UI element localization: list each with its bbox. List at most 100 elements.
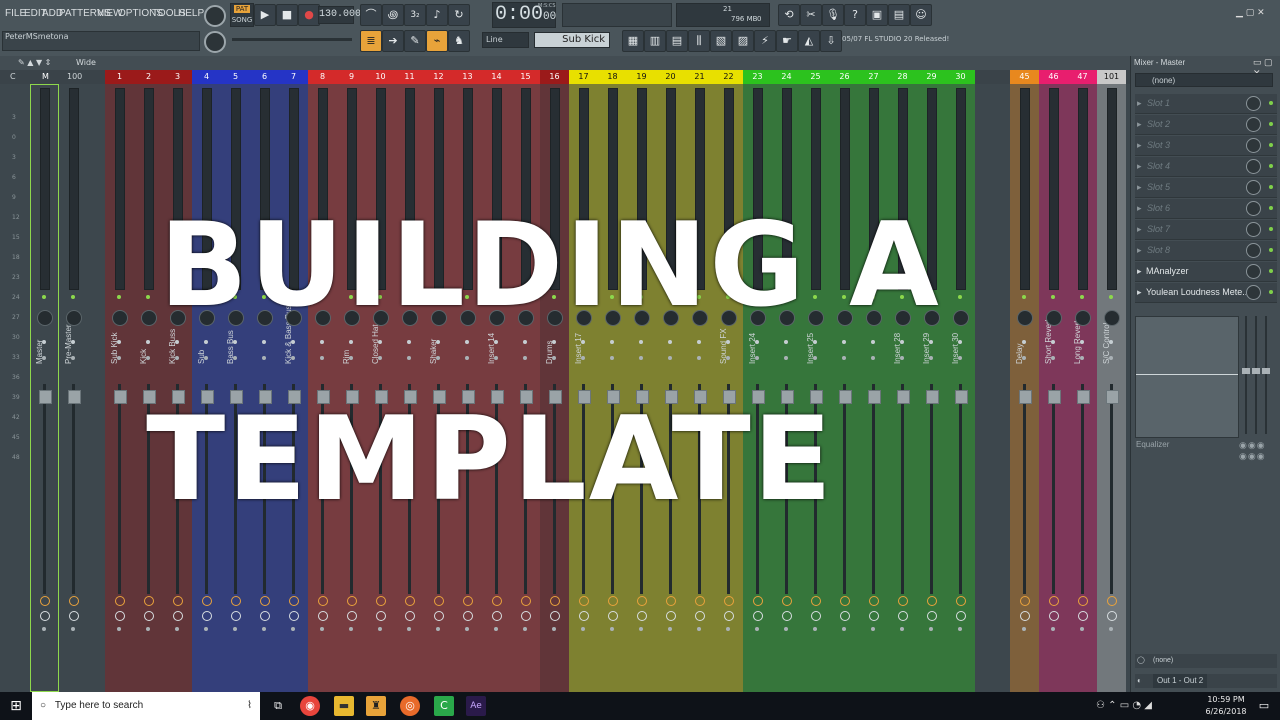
track-color-tab[interactable]: 45 xyxy=(1010,70,1039,84)
record-button[interactable]: ● xyxy=(298,4,320,26)
swap-lr-icon[interactable] xyxy=(320,356,324,360)
swap-lr-icon[interactable] xyxy=(262,356,266,360)
stereo-sep-icon[interactable] xyxy=(726,340,730,344)
tempo-tapper-icon[interactable]: ◭ xyxy=(798,30,820,52)
sidechain-icon[interactable] xyxy=(811,611,821,621)
send-icon[interactable] xyxy=(173,596,183,606)
insert-track[interactable]: Sound FX xyxy=(714,84,743,692)
swap-lr-icon[interactable] xyxy=(581,356,585,360)
insert-track[interactable]: Bass Bus xyxy=(221,84,250,692)
stereo-sep-icon[interactable] xyxy=(117,340,121,344)
record-arm-icon[interactable] xyxy=(436,627,440,631)
record-arm-icon[interactable] xyxy=(726,627,730,631)
send-icon[interactable] xyxy=(144,596,154,606)
volume-fader[interactable] xyxy=(1106,390,1119,404)
send-icon[interactable] xyxy=(869,596,879,606)
effect-slot[interactable]: ▸ Slot 4 xyxy=(1135,157,1277,177)
track-color-tab[interactable]: 3 xyxy=(163,70,192,84)
stereo-sep-icon[interactable] xyxy=(349,340,353,344)
stereo-sep-icon[interactable] xyxy=(639,340,643,344)
track-color-tab[interactable]: 29 xyxy=(917,70,946,84)
insert-track[interactable]: Shaker xyxy=(424,84,453,692)
swap-lr-icon[interactable] xyxy=(407,356,411,360)
after-effects-icon[interactable]: Ae xyxy=(466,696,486,716)
stereo-sep-icon[interactable] xyxy=(262,340,266,344)
insert-track[interactable]: Sub Kick xyxy=(105,84,134,692)
send-icon[interactable] xyxy=(318,596,328,606)
eq-band-sliders[interactable] xyxy=(1241,316,1273,436)
effect-slot[interactable]: ▸ Slot 7 xyxy=(1135,220,1277,240)
insert-track[interactable] xyxy=(685,84,714,692)
sidechain-icon[interactable] xyxy=(231,611,241,621)
record-arm-icon[interactable] xyxy=(784,627,788,631)
track-color-tab[interactable]: 7 xyxy=(279,70,308,84)
mixer-tool-icons[interactable]: ✎ ▲ ▼ ⇕ xyxy=(18,58,51,67)
insert-track[interactable]: Kick & Bass Buss xyxy=(279,84,308,692)
help-icon[interactable]: ? xyxy=(844,4,866,26)
record-arm-icon[interactable] xyxy=(1080,627,1084,631)
record-arm-icon[interactable] xyxy=(958,627,962,631)
effect-slot-loaded[interactable]: ▸ MAnalyzer xyxy=(1135,262,1277,282)
send-icon[interactable] xyxy=(608,596,618,606)
record-arm-icon[interactable] xyxy=(378,627,382,631)
swap-lr-icon[interactable] xyxy=(349,356,353,360)
volume-fader[interactable] xyxy=(1048,390,1061,404)
track-color-tab[interactable]: 30 xyxy=(946,70,975,84)
swap-lr-icon[interactable] xyxy=(291,356,295,360)
stereo-sep-icon[interactable] xyxy=(1109,340,1113,344)
mix-level-knob[interactable] xyxy=(1246,117,1261,132)
record-arm-icon[interactable] xyxy=(146,627,150,631)
playlist-snap-icon[interactable]: ≣ xyxy=(360,30,382,52)
stereo-sep-icon[interactable] xyxy=(929,340,933,344)
slot-enable-led[interactable] xyxy=(1269,269,1273,273)
record-arm-icon[interactable] xyxy=(494,627,498,631)
record-arm-icon[interactable] xyxy=(1051,627,1055,631)
playlist-icon[interactable]: ▦ xyxy=(622,30,644,52)
sidechain-icon[interactable] xyxy=(898,611,908,621)
sidechain-icon[interactable] xyxy=(463,611,473,621)
track-color-tab[interactable]: 46 xyxy=(1039,70,1068,84)
stereo-sep-icon[interactable] xyxy=(610,340,614,344)
send-icon[interactable] xyxy=(695,596,705,606)
send-icon[interactable] xyxy=(40,596,50,606)
input-select[interactable]: (none) xyxy=(1135,73,1273,87)
snap-mode-select[interactable]: Line xyxy=(482,32,529,48)
insert-track[interactable]: Insert 29 xyxy=(917,84,946,692)
record-arm-icon[interactable] xyxy=(117,627,121,631)
sidechain-icon[interactable] xyxy=(1020,611,1030,621)
save-icon[interactable]: ▣ xyxy=(866,4,888,26)
stereo-sep-icon[interactable] xyxy=(233,340,237,344)
mix-level-knob[interactable] xyxy=(1246,159,1261,174)
piano-roll-icon[interactable]: ▥ xyxy=(644,30,666,52)
output-select[interactable]: ◐ Out 1 - Out 2 xyxy=(1135,674,1277,688)
sidechain-icon[interactable] xyxy=(550,611,560,621)
insert-track[interactable] xyxy=(395,84,424,692)
sidechain-icon[interactable] xyxy=(492,611,502,621)
microphone-search-icon[interactable]: ⌇ xyxy=(247,692,252,720)
stereo-sep-icon[interactable] xyxy=(204,340,208,344)
mix-level-knob[interactable] xyxy=(1246,285,1261,300)
stereo-sep-icon[interactable] xyxy=(813,340,817,344)
swap-lr-icon[interactable] xyxy=(639,356,643,360)
sidechain-icon[interactable] xyxy=(637,611,647,621)
send-icon[interactable] xyxy=(550,596,560,606)
swap-lr-icon[interactable] xyxy=(42,356,46,360)
sidechain-icon[interactable] xyxy=(405,611,415,621)
track-color-tab[interactable]: 23 xyxy=(743,70,772,84)
master-volume-knob[interactable] xyxy=(204,5,226,27)
track-color-tab[interactable]: 2 xyxy=(134,70,163,84)
mix-level-knob[interactable] xyxy=(1246,138,1261,153)
sidechain-icon[interactable] xyxy=(347,611,357,621)
menu-help[interactable]: HELP xyxy=(178,8,204,19)
track-color-tab[interactable]: 14 xyxy=(482,70,511,84)
track-color-tab[interactable]: 16 xyxy=(540,70,569,84)
swap-lr-icon[interactable] xyxy=(1022,356,1026,360)
stereo-sep-icon[interactable] xyxy=(436,340,440,344)
record-arm-icon[interactable] xyxy=(523,627,527,631)
swap-lr-icon[interactable] xyxy=(1051,356,1055,360)
stereo-sep-icon[interactable] xyxy=(71,340,75,344)
effect-slot-loaded[interactable]: ▸ Youlean Loudness Mete... xyxy=(1135,283,1277,303)
slot-enable-led[interactable] xyxy=(1269,164,1273,168)
track-color-tab[interactable]: 12 xyxy=(424,70,453,84)
record-arm-icon[interactable] xyxy=(1109,627,1113,631)
